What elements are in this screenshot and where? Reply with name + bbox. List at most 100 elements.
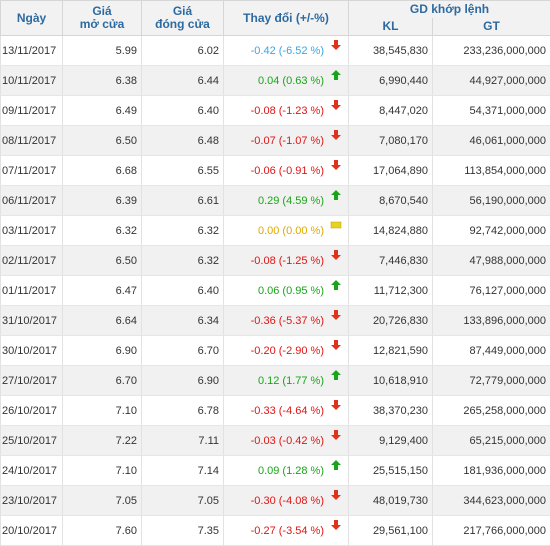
cell-open-price: 6.68 — [63, 156, 142, 186]
header-kl: KL — [349, 18, 433, 36]
cell-change: 0.06 (0.95 %) — [224, 276, 349, 306]
cell-close-price: 6.40 — [142, 96, 224, 126]
header-close-price: Giáđóng cửa — [142, 1, 224, 36]
change-value: 0.09 (1.28 %) — [258, 465, 324, 477]
cell-change: -0.42 (-6.52 %) — [224, 36, 349, 66]
cell-date: 31/10/2017 — [1, 306, 63, 336]
cell-open-price: 6.50 — [63, 246, 142, 276]
cell-value: 54,371,000,000 — [433, 96, 550, 126]
cell-date: 25/10/2017 — [1, 426, 63, 456]
cell-change: -0.08 (-1.23 %) — [224, 96, 349, 126]
cell-change: -0.30 (-4.08 %) — [224, 486, 349, 516]
change-value: -0.42 (-6.52 %) — [251, 45, 324, 57]
cell-date: 03/11/2017 — [1, 216, 63, 246]
change-value: -0.07 (-1.07 %) — [251, 135, 324, 147]
cell-value: 133,896,000,000 — [433, 306, 550, 336]
cell-open-price: 7.60 — [63, 516, 142, 546]
table-row: 13/11/20175.996.02-0.42 (-6.52 %)38,545,… — [1, 36, 550, 66]
cell-open-price: 6.64 — [63, 306, 142, 336]
cell-volume: 29,561,100 — [349, 516, 433, 546]
cell-open-price: 6.39 — [63, 186, 142, 216]
table-row: 30/10/20176.906.70-0.20 (-2.90 %)12,821,… — [1, 336, 550, 366]
cell-close-price: 6.78 — [142, 396, 224, 426]
cell-open-price: 7.22 — [63, 426, 142, 456]
cell-date: 30/10/2017 — [1, 336, 63, 366]
cell-close-price: 6.32 — [142, 246, 224, 276]
table-row: 09/11/20176.496.40-0.08 (-1.23 %)8,447,0… — [1, 96, 550, 126]
table-row: 06/11/20176.396.610.29 (4.59 %)8,670,540… — [1, 186, 550, 216]
cell-close-price: 6.44 — [142, 66, 224, 96]
cell-close-price: 7.14 — [142, 456, 224, 486]
change-value: 0.29 (4.59 %) — [258, 195, 324, 207]
cell-volume: 48,019,730 — [349, 486, 433, 516]
cell-value: 47,988,000,000 — [433, 246, 550, 276]
change-value: 0.06 (0.95 %) — [258, 285, 324, 297]
cell-close-price: 6.48 — [142, 126, 224, 156]
change-value: 0.00 (0.00 %) — [258, 225, 324, 237]
header-gt: GT — [433, 18, 550, 36]
cell-value: 181,936,000,000 — [433, 456, 550, 486]
change-value: -0.06 (-0.91 %) — [251, 165, 324, 177]
table-row: 27/10/20176.706.900.12 (1.77 %)10,618,91… — [1, 366, 550, 396]
price-history-table: Ngày Giámở cửa Giáđóng cửa Thay đổi (+/-… — [0, 0, 550, 546]
cell-date: 07/11/2017 — [1, 156, 63, 186]
table-row: 24/10/20177.107.140.09 (1.28 %)25,515,15… — [1, 456, 550, 486]
cell-open-price: 7.05 — [63, 486, 142, 516]
cell-value: 113,854,000,000 — [433, 156, 550, 186]
cell-change: -0.20 (-2.90 %) — [224, 336, 349, 366]
table-row: 25/10/20177.227.11-0.03 (-0.42 %)9,129,4… — [1, 426, 550, 456]
cell-volume: 38,370,230 — [349, 396, 433, 426]
cell-value: 344,623,000,000 — [433, 486, 550, 516]
cell-change: -0.27 (-3.54 %) — [224, 516, 349, 546]
cell-change: 0.12 (1.77 %) — [224, 366, 349, 396]
cell-close-price: 7.11 — [142, 426, 224, 456]
change-value: -0.08 (-1.25 %) — [251, 255, 324, 267]
table-row: 23/10/20177.057.05-0.30 (-4.08 %)48,019,… — [1, 486, 550, 516]
cell-open-price: 5.99 — [63, 36, 142, 66]
cell-change: 0.09 (1.28 %) — [224, 456, 349, 486]
cell-open-price: 6.90 — [63, 336, 142, 366]
cell-volume: 8,670,540 — [349, 186, 433, 216]
cell-value: 233,236,000,000 — [433, 36, 550, 66]
header-open-price: Giámở cửa — [63, 1, 142, 36]
cell-date: 20/10/2017 — [1, 516, 63, 546]
cell-date: 02/11/2017 — [1, 246, 63, 276]
cell-close-price: 6.70 — [142, 336, 224, 366]
cell-volume: 11,712,300 — [349, 276, 433, 306]
table-header: Ngày Giámở cửa Giáđóng cửa Thay đổi (+/-… — [1, 1, 550, 36]
table-row: 20/10/20177.607.35-0.27 (-3.54 %)29,561,… — [1, 516, 550, 546]
cell-close-price: 6.55 — [142, 156, 224, 186]
header-date: Ngày — [1, 1, 63, 36]
cell-change: 0.04 (0.63 %) — [224, 66, 349, 96]
cell-volume: 38,545,830 — [349, 36, 433, 66]
table-row: 26/10/20177.106.78-0.33 (-4.64 %)38,370,… — [1, 396, 550, 426]
cell-value: 56,190,000,000 — [433, 186, 550, 216]
cell-volume: 7,446,830 — [349, 246, 433, 276]
table-row: 08/11/20176.506.48-0.07 (-1.07 %)7,080,1… — [1, 126, 550, 156]
header-change: Thay đổi (+/-%) — [224, 1, 349, 36]
cell-open-price: 6.70 — [63, 366, 142, 396]
cell-date: 08/11/2017 — [1, 126, 63, 156]
cell-date: 06/11/2017 — [1, 186, 63, 216]
cell-value: 217,766,000,000 — [433, 516, 550, 546]
cell-open-price: 6.47 — [63, 276, 142, 306]
table-row: 02/11/20176.506.32 -0.08 (-1.25 %) 7,446,8… — [1, 246, 550, 276]
cell-close-price: 6.34 — [142, 306, 224, 336]
cell-close-price: 6.40 — [142, 276, 224, 306]
cell-date: 10/11/2017 — [1, 66, 63, 96]
cell-change: 0.29 (4.59 %) — [224, 186, 349, 216]
cell-value: 65,215,000,000 — [433, 426, 550, 456]
cell-close-price: 6.02 — [142, 36, 224, 66]
cell-volume: 8,447,020 — [349, 96, 433, 126]
cell-change: -0.36 (-5.37 %) — [224, 306, 349, 336]
cell-value: 265,258,000,000 — [433, 396, 550, 426]
header-gd-matched: GD khớp lệnh — [349, 1, 550, 19]
table-row: 01/11/20176.476.40 0.06 (0.95 %) 11,712,30… — [1, 276, 550, 306]
table-row: 31/10/20176.646.34-0.36 (-5.37 %)20,726,… — [1, 306, 550, 336]
cell-volume: 25,515,150 — [349, 456, 433, 486]
cell-date: 01/11/2017 — [1, 276, 63, 306]
cell-close-price: 6.90 — [142, 366, 224, 396]
change-value: -0.27 (-3.54 %) — [251, 525, 324, 537]
cell-volume: 14,824,880 — [349, 216, 433, 246]
cell-volume: 10,618,910 — [349, 366, 433, 396]
